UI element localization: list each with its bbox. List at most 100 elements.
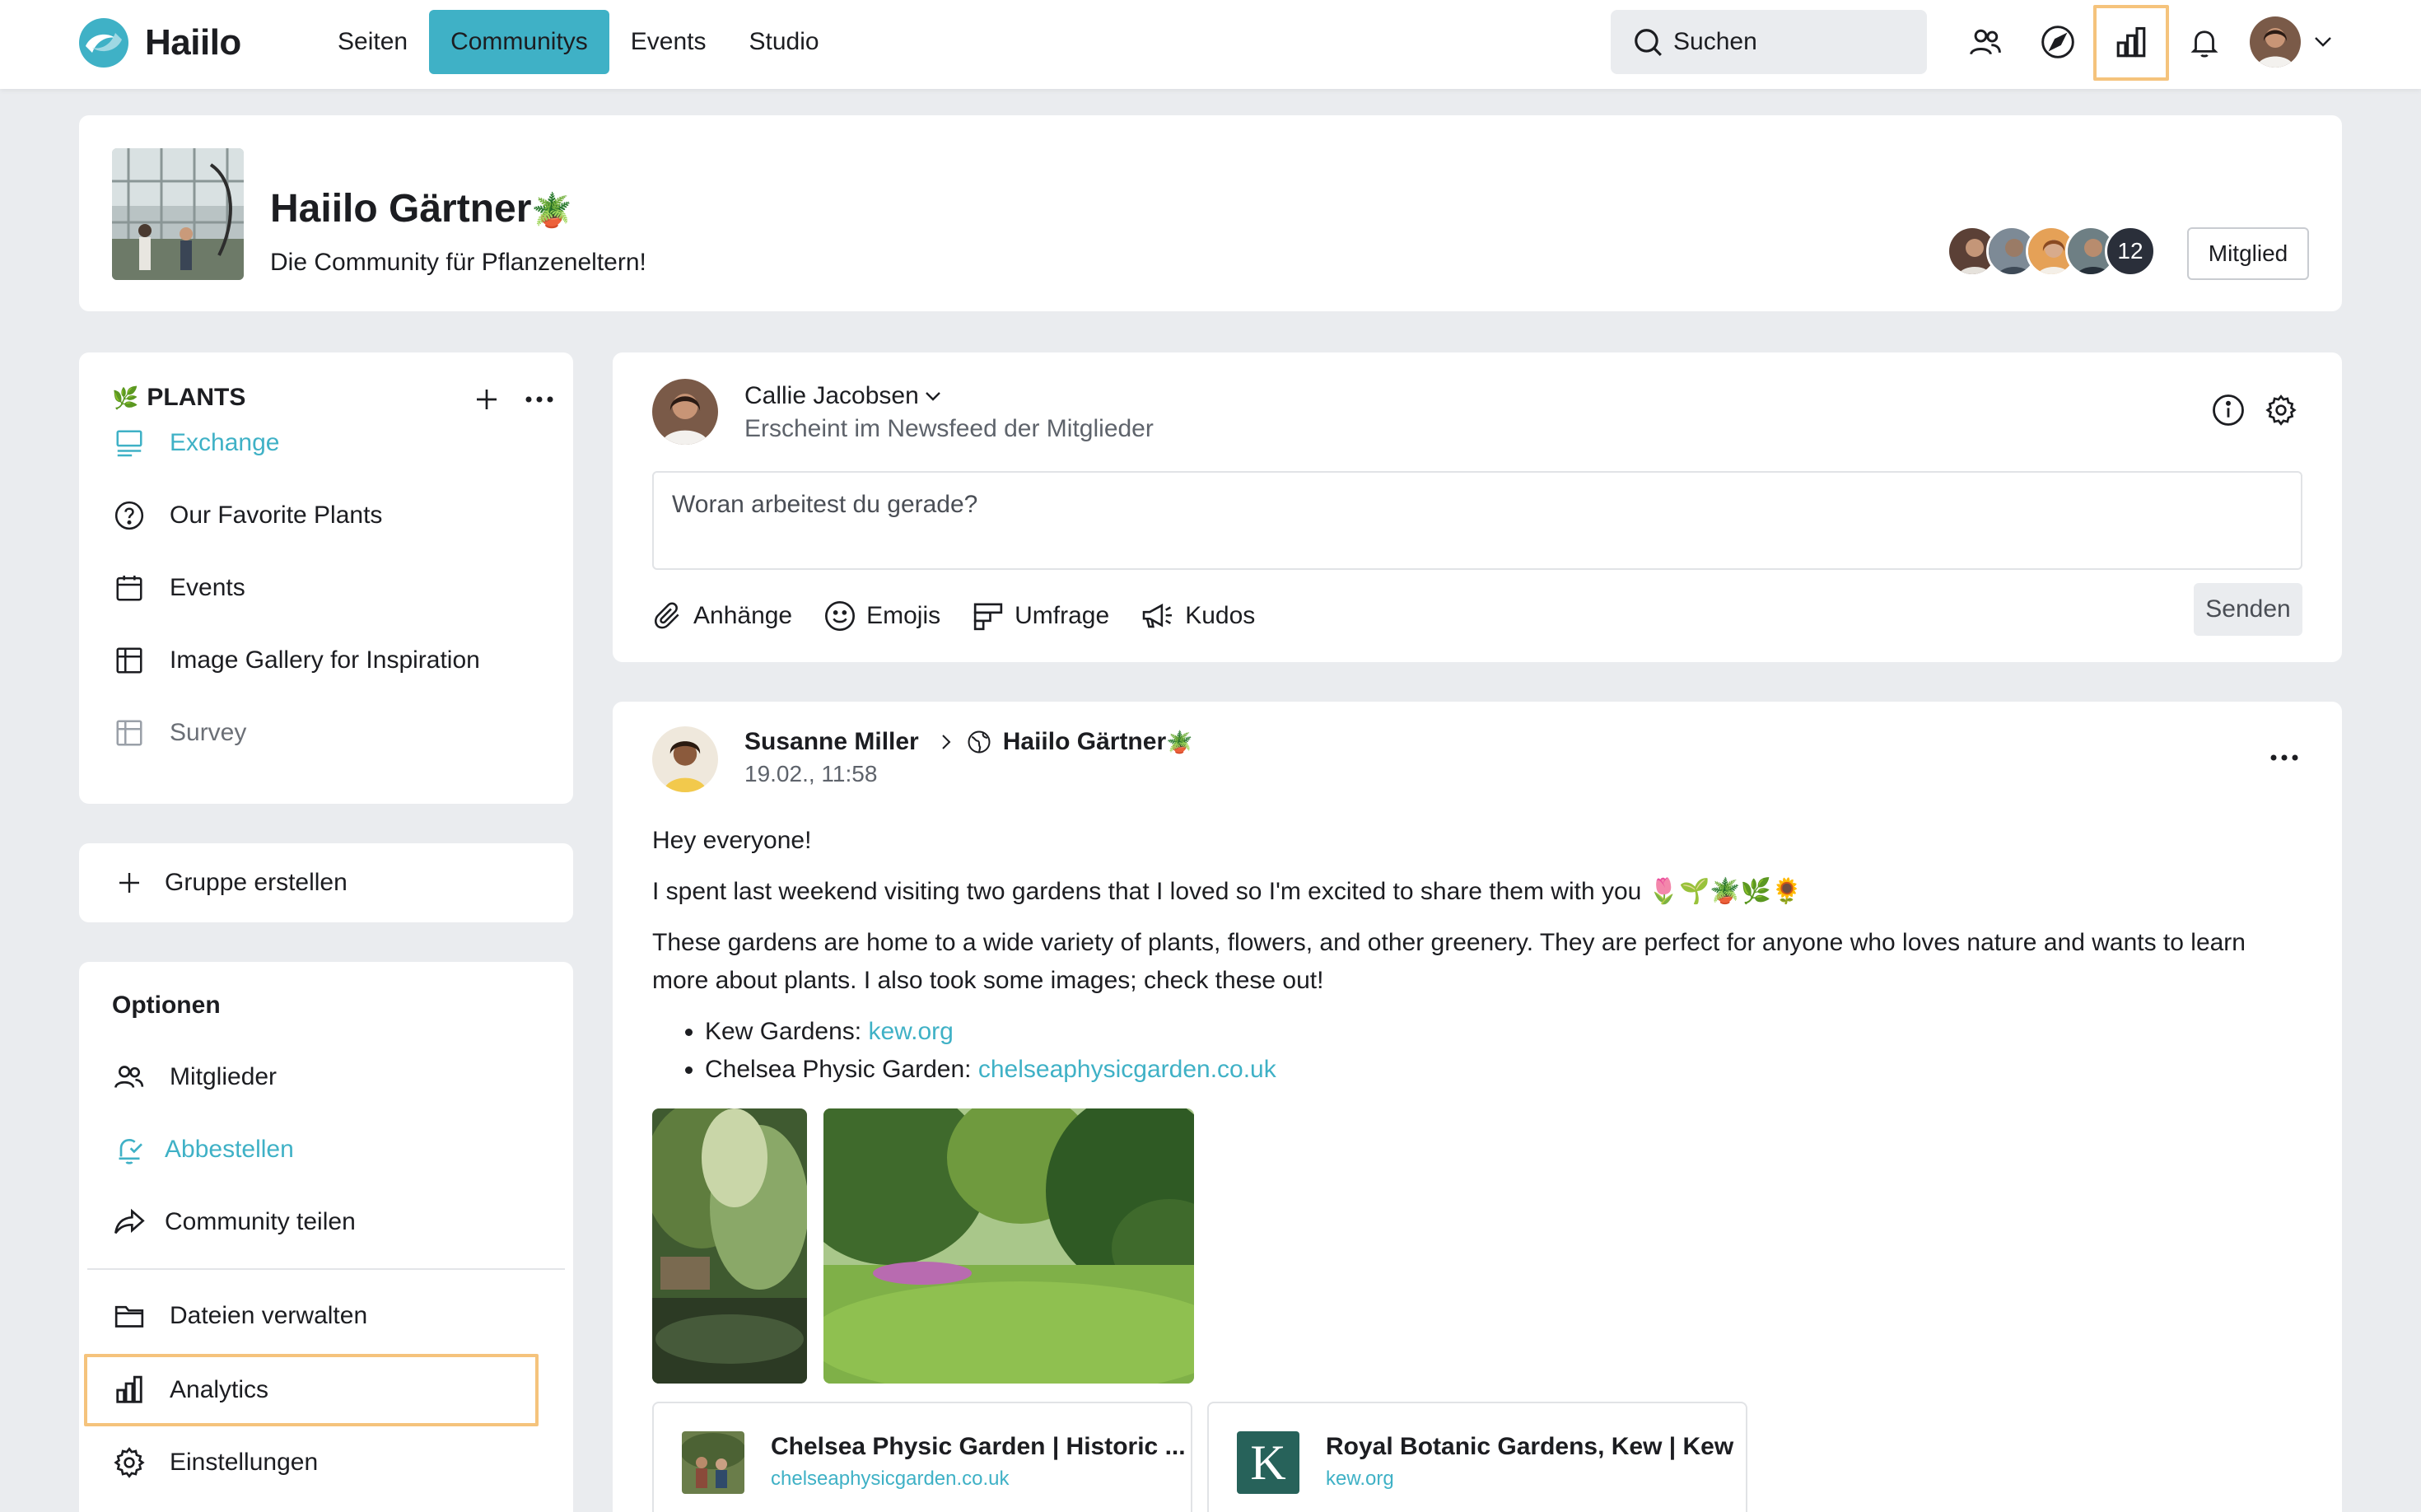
plants-navigation: 🌿 PLANTS Exchange Our Favorite Plants Ev… (79, 352, 573, 804)
kew-link[interactable]: kew.org (868, 1018, 953, 1045)
sidebar-item-exchange[interactable]: Exchange (112, 418, 279, 468)
community-title: Haiilo Gärtner🪴 (270, 187, 573, 231)
poll-icon (973, 603, 1003, 631)
search-icon (1635, 29, 1662, 56)
potted-plant-emoji: 🪴 (1166, 730, 1193, 754)
options-divider (87, 1268, 565, 1270)
list-item: Chelsea Physic Garden: chelseaphysicgard… (705, 1051, 2307, 1089)
more-icon[interactable] (2258, 741, 2311, 774)
haiilo-logo-icon (79, 18, 128, 68)
create-group-button[interactable]: Gruppe erstellen (112, 858, 348, 908)
send-button[interactable]: Senden (2194, 583, 2302, 636)
main-nav: Seiten Communitys Events Studio (316, 10, 841, 74)
sidebar-item-events[interactable]: Events (112, 563, 245, 613)
info-icon[interactable] (2210, 392, 2246, 428)
nav-events[interactable]: Events (609, 10, 728, 74)
more-icon[interactable] (519, 379, 560, 420)
post-link-list: Kew Gardens: kew.org Chelsea Physic Gard… (705, 1013, 2307, 1089)
table-icon (112, 643, 147, 678)
link-preview-thumbnail (682, 1431, 744, 1494)
poll-button[interactable]: Umfrage (972, 600, 1109, 632)
option-analytics[interactable]: Analytics (112, 1365, 268, 1415)
gear-icon[interactable] (2263, 392, 2299, 428)
nav-studio[interactable]: Studio (728, 10, 841, 74)
search-field[interactable]: Suchen (1611, 10, 1927, 74)
smiley-icon (825, 601, 856, 631)
option-abbestellen[interactable]: Abbestellen (112, 1125, 294, 1174)
option-einstellungen[interactable]: Einstellungen (112, 1438, 318, 1487)
post-author[interactable]: Susanne Miller (744, 728, 919, 756)
post-audience: Erscheint im Newsfeed der Mitglieder (744, 415, 1154, 442)
sidebar-item-survey[interactable]: Survey (112, 708, 246, 758)
plants-heading: 🌿 PLANTS (112, 384, 246, 411)
analytics-icon[interactable] (2093, 5, 2169, 81)
community-cover-image (112, 148, 244, 280)
option-mitglieder[interactable]: Mitglieder (112, 1052, 277, 1102)
calendar-icon (112, 571, 147, 605)
add-icon[interactable] (466, 379, 507, 420)
community-header: Haiilo Gärtner🪴 Die Community für Pflanz… (79, 115, 2342, 311)
kudos-button[interactable]: Kudos (1141, 600, 1255, 632)
post-paragraph: These gardens are home to a wide variety… (652, 929, 2246, 994)
bell-icon[interactable] (2177, 15, 2232, 69)
nav-communitys[interactable]: Communitys (429, 10, 609, 74)
potted-plant-emoji: 🪴 (531, 193, 573, 229)
chevron-right-icon (942, 735, 951, 749)
member-button[interactable]: Mitglied (2187, 227, 2309, 280)
search-label: Suchen (1673, 28, 1757, 55)
chevron-down-icon[interactable] (2311, 15, 2335, 69)
link-preview-kew[interactable]: K Royal Botanic Gardens, Kew | Kew kew.o… (1207, 1402, 1747, 1512)
brand-name: Haiilo (145, 22, 241, 63)
sidebar-item-image-gallery[interactable]: Image Gallery for Inspiration (112, 636, 480, 685)
post-paragraph: I spent last weekend visiting two garden… (652, 878, 1803, 905)
member-count-badge: 12 (2105, 226, 2156, 277)
sidebar-item-our-favorite-plants[interactable]: Our Favorite Plants (112, 491, 382, 540)
compass-icon[interactable] (2031, 15, 2085, 69)
question-circle-icon (112, 498, 147, 533)
people-icon[interactable] (1958, 15, 2013, 69)
nav-seiten[interactable]: Seiten (316, 10, 429, 74)
author-avatar[interactable] (652, 726, 718, 792)
plants-actions (466, 379, 571, 420)
link-preview-url: chelseaphysicgarden.co.uk (771, 1468, 1010, 1490)
megaphone-icon (1142, 603, 1173, 628)
link-preview-url: kew.org (1326, 1468, 1394, 1490)
link-preview-title: Royal Botanic Gardens, Kew | Kew (1326, 1433, 1734, 1460)
attachments-button[interactable]: Anhänge (652, 600, 792, 632)
post-target-community[interactable]: Haiilo Gärtner🪴 (1003, 728, 1193, 756)
top-bar: Haiilo Seiten Communitys Events Studio S… (0, 0, 2421, 89)
post-header: Susanne Miller Haiilo Gärtner🪴 (744, 728, 1193, 756)
member-avatars[interactable]: 12 (1947, 226, 2156, 277)
add-icon (112, 866, 147, 900)
members-icon (112, 1060, 147, 1094)
user-avatar[interactable] (2250, 16, 2301, 68)
post-image-lawn[interactable] (823, 1108, 1194, 1384)
herb-emoji: 🌿 (112, 385, 139, 410)
haiilo-logo[interactable]: Haiilo (77, 16, 241, 69)
chelsea-link[interactable]: chelseaphysicgarden.co.uk (978, 1056, 1276, 1083)
link-preview-chelsea[interactable]: Chelsea Physic Garden | Historic ... che… (652, 1402, 1192, 1512)
post-image-pond[interactable] (652, 1108, 807, 1384)
table-icon (112, 716, 147, 750)
option-community-teilen[interactable]: Community teilen (112, 1197, 356, 1247)
option-dateien-verwalten[interactable]: Dateien verwalten (112, 1291, 367, 1341)
author-selector[interactable]: Callie Jacobsen (744, 382, 942, 410)
analytics-icon (112, 1373, 147, 1407)
post-date: 19.02., 11:58 (744, 761, 878, 786)
globe-icon (968, 730, 991, 754)
options-card: Optionen Mitglieder Abbestellen Communit… (79, 962, 573, 1512)
author-name: Callie Jacobsen (744, 382, 919, 409)
emojis-button[interactable]: Emojis (823, 600, 940, 632)
author-avatar (652, 379, 718, 445)
post-paragraph: Hey everyone! (652, 827, 812, 854)
gear-icon (112, 1445, 147, 1480)
paperclip-icon (655, 602, 679, 629)
post-body: Hey everyone! I spent last weekend visit… (652, 822, 2307, 1089)
post-input[interactable]: Woran arbeitest du gerade? (652, 471, 2302, 570)
list-item: Kew Gardens: kew.org (705, 1013, 2307, 1051)
board-icon (112, 426, 147, 460)
bell-check-icon (112, 1132, 147, 1167)
share-icon (112, 1205, 147, 1239)
link-preview-title: Chelsea Physic Garden | Historic ... (771, 1433, 1186, 1460)
chevron-down-icon (925, 392, 940, 401)
